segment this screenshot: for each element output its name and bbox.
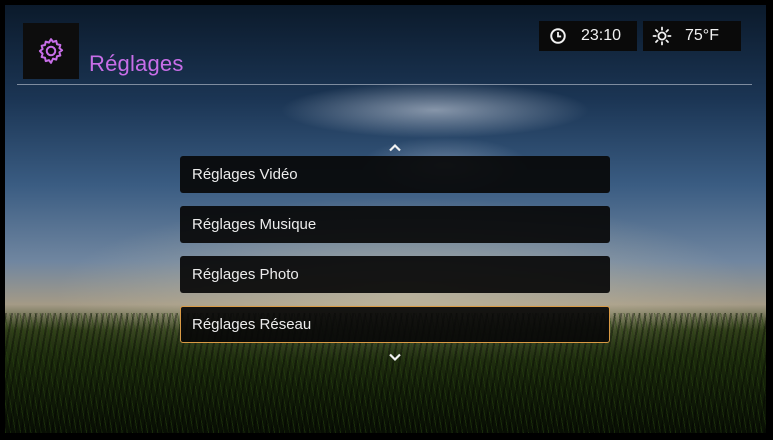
weather-status: 75°F [643, 21, 741, 51]
sun-icon [651, 25, 673, 47]
page-title: Réglages [89, 51, 184, 76]
menu-item-photo-settings[interactable]: Réglages Photo [180, 256, 610, 293]
clock-time: 23:10 [581, 27, 622, 44]
settings-screen: Réglages 23:10 75°F Réglages Vidéo Régla… [5, 5, 766, 433]
menu-item-video-settings[interactable]: Réglages Vidéo [180, 156, 610, 193]
temperature-value: 75°F [685, 27, 719, 44]
clock-icon [547, 25, 569, 47]
chevron-down-icon[interactable] [385, 350, 405, 364]
menu-item-music-settings[interactable]: Réglages Musique [180, 206, 610, 243]
header-divider [17, 84, 752, 85]
settings-tile [23, 23, 79, 79]
menu-item-network-settings[interactable]: Réglages Réseau [180, 306, 610, 343]
gear-icon [38, 38, 64, 64]
clock-status: 23:10 [539, 21, 637, 51]
chevron-up-icon[interactable] [385, 140, 405, 154]
